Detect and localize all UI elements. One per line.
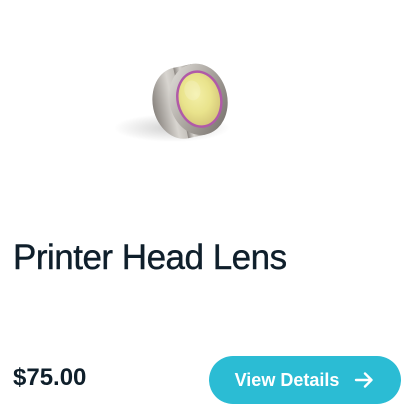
view-details-label: View Details [234, 369, 340, 390]
product-title: Printer Head Lens [13, 238, 288, 277]
product-card: Printer Head Lens $75.00 View Details [0, 0, 408, 414]
lens-icon [114, 63, 230, 142]
product-price: $75.00 [13, 364, 87, 391]
view-details-button[interactable]: View Details [209, 356, 401, 404]
arrow-right-icon [353, 369, 375, 391]
